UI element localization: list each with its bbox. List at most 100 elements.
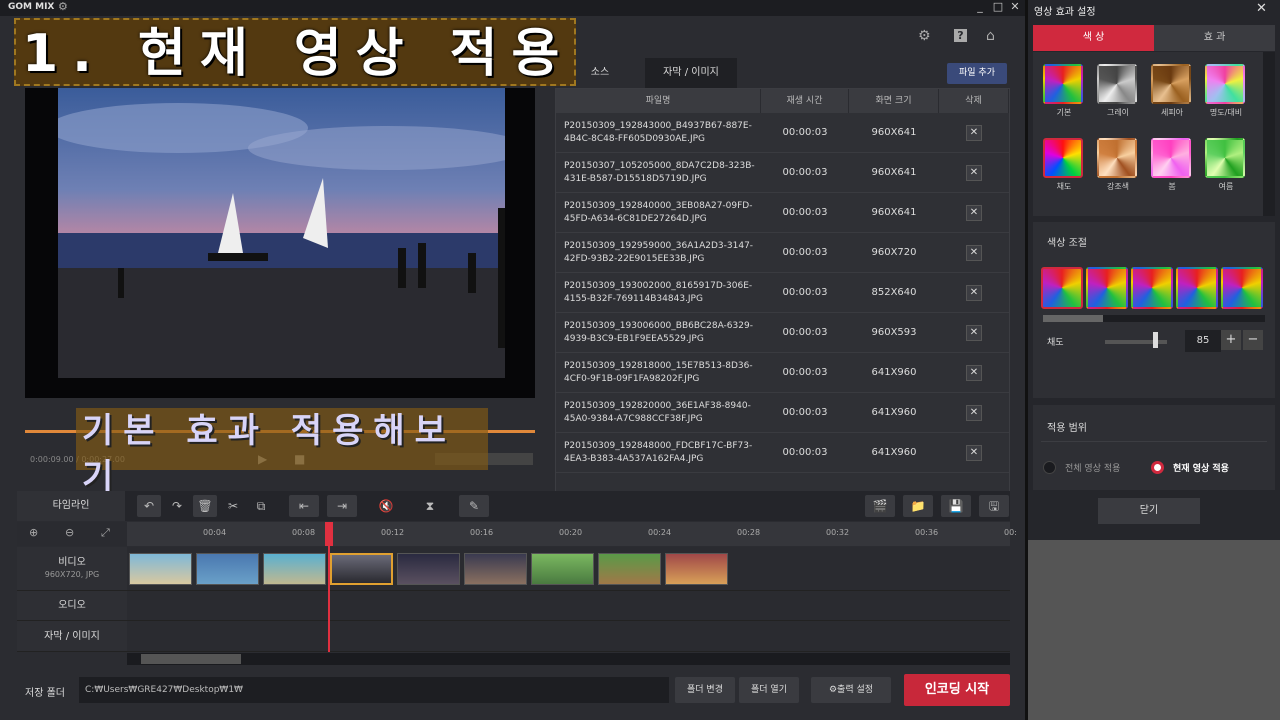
close-icon[interactable]: ✕ [1256,1,1267,16]
video-clip[interactable] [330,553,393,585]
add-file-button[interactable]: 파일 추가 [947,63,1007,84]
open-folder-button[interactable]: 폴더 열기 [739,677,799,703]
adjust-scroll-thumb[interactable] [1043,315,1103,322]
color-adjust-thumbnail[interactable] [1221,267,1263,309]
presets-scrollbar[interactable] [1263,52,1275,216]
color-preset[interactable]: 기본 [1043,64,1085,118]
apply-all-label[interactable]: 전체 영상 적용 [1065,461,1120,474]
table-row[interactable]: P20150309_192843000_B4937B67-887E-4B4C-8… [556,113,1009,153]
fit-icon[interactable]: ⤢ [101,526,110,540]
delete-icon[interactable]: ✕ [966,164,982,181]
radio-apply-current[interactable] [1151,461,1164,474]
audio-lane[interactable] [127,591,1010,621]
tab-color[interactable]: 색 상 [1033,25,1154,51]
folder-icon[interactable]: 📁 [903,495,933,517]
video-clip[interactable] [464,553,527,585]
timeline-scroll-thumb[interactable] [141,654,241,664]
close-button[interactable]: 닫기 [1098,498,1200,524]
undo-icon[interactable]: ↶ [137,495,161,517]
move-right-icon[interactable]: ⇥ [327,495,357,517]
table-row[interactable]: P20150307_105205000_8DA7C2D8-323B-431E-B… [556,153,1009,193]
redo-icon[interactable]: ↷ [165,495,189,517]
video-clip[interactable] [196,553,259,585]
home-icon[interactable]: ⌂ [986,28,995,44]
settings-icon[interactable]: ⚙ [918,28,931,44]
cut-icon[interactable]: ✂ [221,495,245,517]
radio-apply-all[interactable] [1043,461,1056,474]
zoom-out-icon[interactable]: ⊖ [65,526,74,539]
color-preset[interactable]: 그레이 [1097,64,1139,118]
saturation-slider-knob[interactable] [1153,332,1158,348]
trash-icon[interactable]: 🗑 [193,495,217,517]
color-preset[interactable]: 봄 [1151,138,1193,192]
table-row[interactable]: P20150309_192848000_FDCBF17C-BF73-4EA3-B… [556,433,1009,473]
tab-effect[interactable]: 효 과 [1154,25,1275,51]
output-settings-button[interactable]: ⚙출력 설정 [811,677,891,703]
minus-icon[interactable]: − [1243,330,1263,350]
table-row[interactable]: P20150309_192820000_36E1AF38-8940-45A0-9… [556,393,1009,433]
table-row[interactable]: P20150309_192959000_36A1A2D3-3147-42FD-9… [556,233,1009,273]
delete-icon[interactable]: ✕ [966,204,982,221]
video-clip[interactable] [598,553,661,585]
crop-icon[interactable]: ⧉ [249,495,273,517]
video-clip[interactable] [531,553,594,585]
plus-icon[interactable]: + [1221,330,1241,350]
clapper-icon[interactable]: 🎬 [865,495,895,517]
video-lane[interactable] [127,547,1010,591]
color-preset[interactable]: 여름 [1205,138,1247,192]
delete-icon[interactable]: ✕ [966,124,982,141]
playhead[interactable] [328,522,330,652]
timeline-ruler[interactable]: 00:04 00:08 00:12 00:16 00:20 00:24 00:28 00:32… [127,522,1017,546]
color-adjust-thumbnail[interactable] [1041,267,1083,309]
save-path-field[interactable]: C:₩Users₩GRE427₩Desktop₩1₩ [79,677,669,703]
col-size[interactable]: 화면 크기 [849,89,939,113]
change-folder-button[interactable]: 폴더 변경 [675,677,735,703]
edit-clip-icon[interactable]: ✎ [459,495,489,517]
color-preset[interactable]: 강조색 [1097,138,1139,192]
save-as-icon[interactable]: 🖫 [979,495,1009,517]
save-icon[interactable]: 💾 [941,495,971,517]
color-adjust-thumbnail[interactable] [1176,267,1218,309]
table-row[interactable]: P20150309_193002000_8165917D-306E-4155-B… [556,273,1009,313]
video-clip[interactable] [397,553,460,585]
video-clip[interactable] [665,553,728,585]
timeline-label[interactable]: 타임라인 [17,491,125,521]
subtitle-lane[interactable] [127,621,1010,652]
color-adjust-thumbnail[interactable] [1086,267,1128,309]
gear-icon[interactable]: ⚙ [58,0,68,13]
delete-icon[interactable]: ✕ [966,284,982,301]
delete-icon[interactable]: ✕ [966,444,982,461]
zoom-in-icon[interactable]: ⊕ [29,526,38,539]
move-left-icon[interactable]: ⇤ [289,495,319,517]
video-preview[interactable] [25,88,535,398]
col-duration[interactable]: 재생 시간 [761,89,849,113]
color-preset[interactable]: 세피아 [1151,64,1193,118]
transition-icon[interactable]: ⧗ [415,495,445,517]
video-clip[interactable] [129,553,192,585]
minimize-icon[interactable]: _ [972,0,988,13]
table-row[interactable]: P20150309_192818000_15E7B513-8D36-4CF0-9… [556,353,1009,393]
close-icon[interactable]: ✕ [1007,0,1023,13]
apply-current-label[interactable]: 현재 영상 적용 [1173,461,1229,474]
tab-subtitle-image[interactable]: 자막 / 이미지 [645,58,737,88]
help-icon[interactable]: ? [954,29,967,42]
encode-start-button[interactable]: 인코딩 시작 [904,674,1010,706]
preset-name: 명도/대비 [1209,108,1243,117]
video-clip[interactable] [263,553,326,585]
divider [1041,441,1267,442]
delete-icon[interactable]: ✕ [966,364,982,381]
color-preset[interactable]: 명도/대비 [1205,64,1247,118]
maximize-icon[interactable]: □ [990,0,1006,13]
color-adjust-thumbnail[interactable] [1131,267,1173,309]
delete-icon[interactable]: ✕ [966,324,982,341]
col-filename[interactable]: 파일명 [556,89,761,113]
delete-icon[interactable]: ✕ [966,404,982,421]
color-preset[interactable]: 채도 [1043,138,1085,192]
saturation-value[interactable]: 85 [1185,330,1221,352]
delete-icon[interactable]: ✕ [966,244,982,261]
mute-icon[interactable]: 🔇 [371,495,401,517]
table-row[interactable]: P20150309_193006000_BB6BC28A-6329-4939-B… [556,313,1009,353]
timeline-scrollbar[interactable] [127,653,1010,665]
adjust-scrollbar[interactable] [1043,315,1265,322]
table-row[interactable]: P20150309_192840000_3EB08A27-09FD-45FD-A… [556,193,1009,233]
